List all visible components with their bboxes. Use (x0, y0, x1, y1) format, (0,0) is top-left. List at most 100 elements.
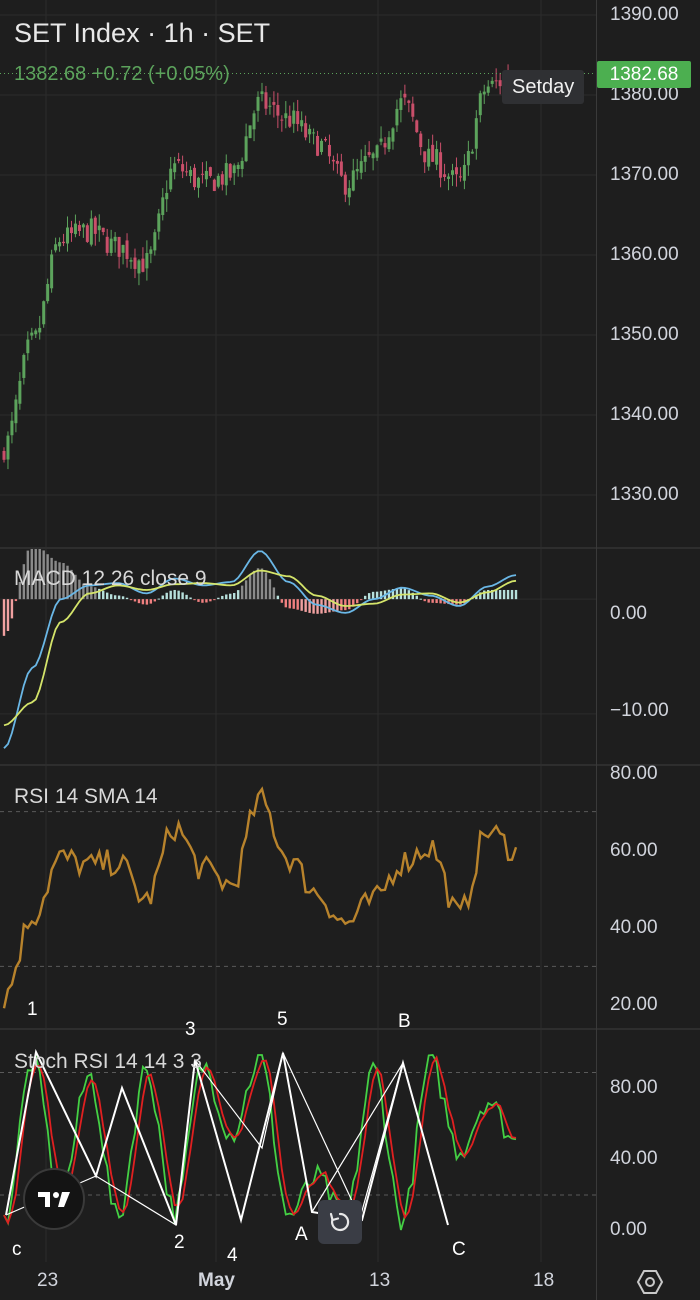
wave-label-c-lower: c (12, 1239, 22, 1260)
candle-body (486, 86, 490, 93)
macd-histogram-bar (348, 599, 351, 610)
candle-body (204, 170, 208, 180)
candle-body (14, 399, 18, 424)
macd-histogram-bar (419, 598, 422, 600)
stoch-rsi-title[interactable]: Stoch RSI 14 14 3 3 (14, 1050, 202, 1074)
stoch-tick: 40.00 (610, 1148, 658, 1169)
candle-body (292, 110, 296, 124)
candle-body (2, 450, 6, 460)
candle-body (490, 80, 494, 84)
macd-histogram-bar (165, 592, 168, 600)
tradingview-logo-icon[interactable] (23, 1168, 85, 1230)
macd-histogram-bar (2, 599, 6, 636)
candle-body (58, 242, 62, 247)
candle-body (117, 236, 121, 257)
macd-histogram-bar (213, 599, 216, 601)
candle-body (196, 177, 200, 188)
macd-histogram-bar (113, 595, 117, 600)
macd-histogram-bar (233, 593, 236, 600)
macd-histogram-bar (284, 599, 287, 608)
wave-label-3: 3 (185, 1019, 196, 1040)
price-tick: 1360.00 (610, 244, 679, 265)
candle-body (121, 244, 125, 253)
macd-pane[interactable]: MACD 12 26 close 9 0.00 −10.00 (0, 549, 700, 764)
candle-body (248, 125, 252, 139)
candle-body (38, 327, 42, 333)
macd-histogram-bar (506, 589, 510, 600)
candle-body (216, 175, 220, 187)
candle-body (232, 165, 236, 174)
rsi-pane[interactable]: RSI 14 SMA 14 80.00 60.00 40.00 20.00 (0, 763, 700, 1028)
candle-body (347, 188, 351, 198)
candle-body (22, 354, 26, 378)
candle-body (69, 227, 73, 234)
macd-histogram-bar (105, 592, 109, 600)
candle-body (30, 332, 34, 336)
candle-body (427, 148, 431, 167)
wave-label-5: 5 (277, 1009, 288, 1030)
macd-histogram-bar (173, 589, 176, 600)
candle-body (343, 174, 347, 195)
candle-body (403, 93, 407, 98)
wave-label-1: 1 (27, 999, 38, 1020)
candle-body (113, 236, 117, 242)
macd-histogram-bar (300, 599, 303, 611)
macd-histogram-bar (252, 570, 256, 600)
candle-body (423, 151, 427, 163)
candle-body (220, 174, 224, 185)
macd-histogram-bar (14, 599, 18, 602)
candle-body (312, 132, 316, 134)
macd-histogram-bar (240, 585, 244, 600)
candle-body (46, 284, 50, 302)
rsi-tick: 40.00 (610, 917, 658, 938)
candle-body (101, 227, 105, 233)
price-tick: 1330.00 (610, 484, 679, 505)
candle-body (395, 108, 399, 126)
wave-label-2: 2 (174, 1232, 185, 1253)
candle-body (268, 105, 272, 107)
rsi-title[interactable]: RSI 14 SMA 14 (14, 785, 158, 809)
candle-body (439, 152, 443, 178)
candle-body (431, 144, 435, 162)
candle-body (18, 380, 22, 404)
candle-body (264, 92, 268, 109)
macd-histogram-bar (288, 599, 291, 609)
macd-title[interactable]: MACD 12 26 close 9 (14, 567, 207, 591)
candle-body (185, 171, 189, 173)
candle-body (474, 118, 478, 149)
time-axis[interactable]: 23 May 13 18 (0, 1262, 700, 1300)
candle-body (145, 253, 149, 269)
settings-hexagon-icon[interactable] (634, 1266, 666, 1298)
candle-body (355, 169, 359, 172)
macd-histogram-bar (356, 599, 359, 604)
candle-body (177, 159, 181, 161)
candle-body (193, 167, 197, 188)
candle-body (450, 170, 454, 175)
candle-body (280, 119, 284, 121)
macd-histogram-bar (6, 599, 10, 631)
rsi-tick: 20.00 (610, 994, 658, 1015)
macd-histogram-bar (371, 591, 375, 600)
reset-zoom-icon[interactable] (318, 1200, 362, 1244)
candle-body (351, 170, 355, 191)
candle-body (85, 225, 89, 242)
candle-body (478, 93, 482, 116)
candle-body (411, 103, 415, 117)
candle-body (224, 163, 228, 186)
macd-histogram-bar (415, 595, 418, 600)
macd-histogram-bar (141, 599, 145, 605)
macd-histogram-bar (209, 599, 212, 602)
macd-histogram-bar (312, 599, 315, 614)
macd-histogram-bar (102, 590, 105, 600)
price-pane[interactable]: SET Index · 1h · SET 1382.68 +0.72 (+0.0… (0, 0, 700, 548)
macd-histogram-bar (125, 597, 129, 600)
macd-histogram-bar (395, 588, 399, 600)
macd-histogram-bar (10, 599, 14, 619)
candle-body (260, 91, 264, 95)
candle-body (300, 120, 304, 127)
price-tick: 1340.00 (610, 404, 679, 425)
symbol-title[interactable]: SET Index · 1h · SET (14, 18, 270, 49)
macd-histogram-bar (161, 595, 164, 600)
rsi-tick: 80.00 (610, 763, 658, 784)
macd-histogram-bar (117, 595, 121, 600)
